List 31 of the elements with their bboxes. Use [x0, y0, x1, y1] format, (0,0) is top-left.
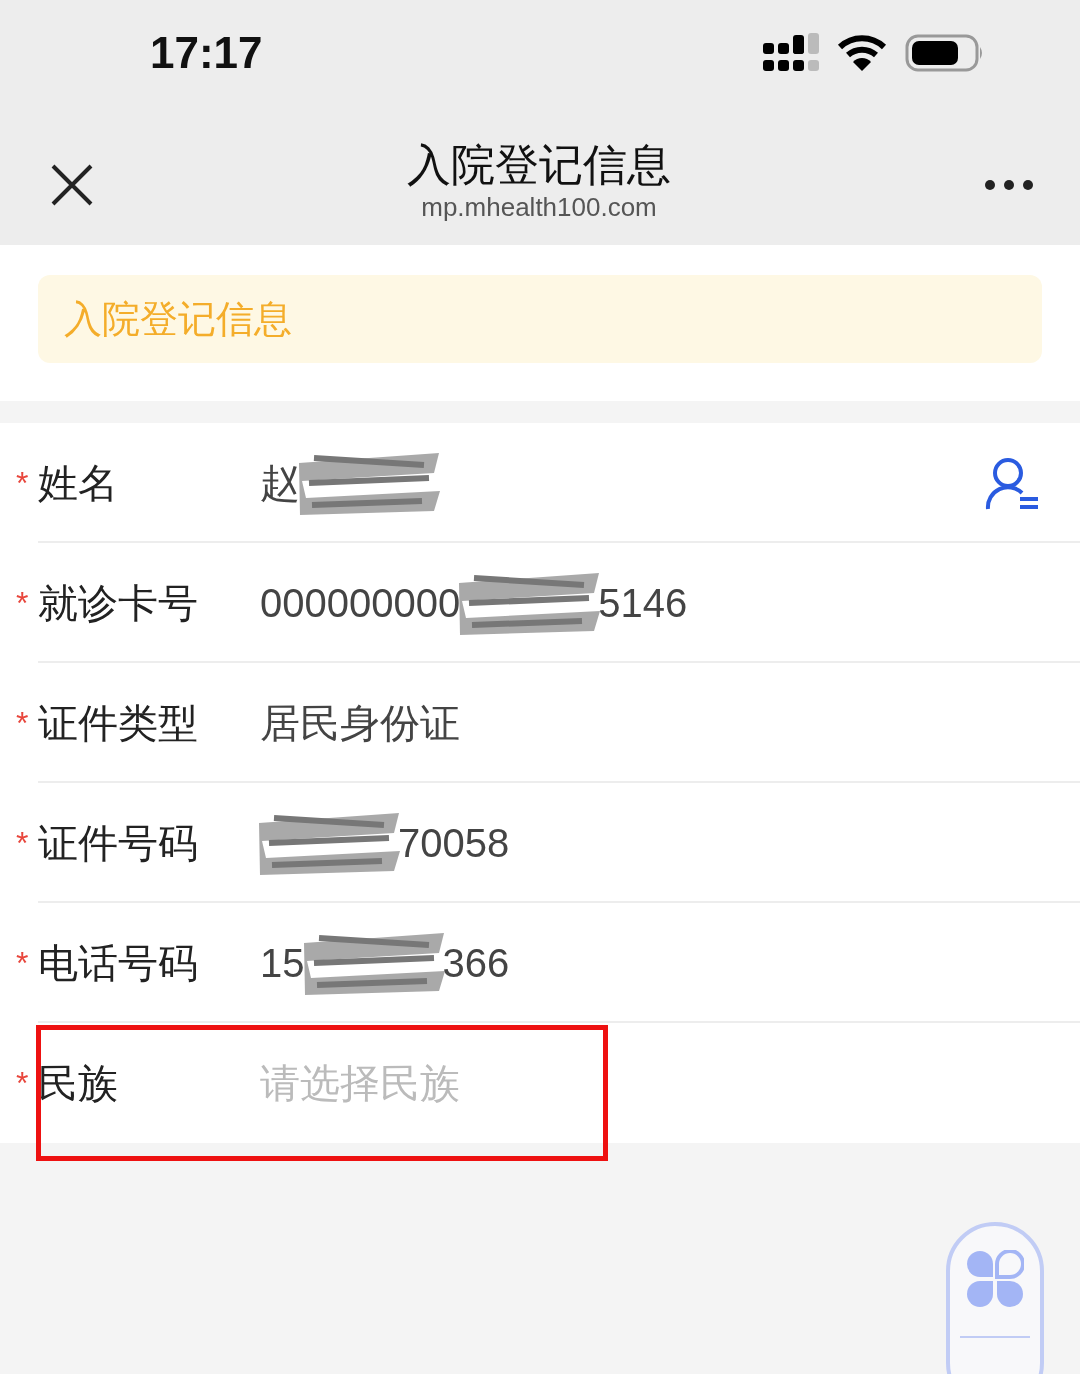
field-value: 366	[442, 940, 510, 986]
required-asterisk: *	[16, 824, 30, 862]
required-asterisk: *	[16, 584, 30, 622]
more-icon[interactable]	[984, 179, 1034, 191]
field-label: 电话号码	[38, 939, 199, 987]
status-time: 17:17	[150, 27, 263, 78]
page-title: 入院登记信息	[407, 138, 671, 191]
wifi-icon	[837, 33, 887, 72]
field-value: 5146	[598, 580, 688, 626]
field-label: 民族	[38, 1059, 119, 1107]
field-value: 赵	[260, 459, 300, 507]
field-value: 000000000	[260, 580, 461, 626]
field-label: 证件类型	[38, 699, 199, 747]
required-asterisk: *	[16, 464, 30, 502]
field-label: 证件号码	[38, 819, 199, 867]
required-asterisk: *	[16, 704, 30, 742]
select-field[interactable]: 请选择民族	[260, 1055, 460, 1111]
page-url: mp.mhealth100.com	[421, 191, 657, 223]
field-label: 姓名	[38, 459, 119, 507]
required-asterisk: *	[16, 1064, 30, 1102]
battery-icon	[905, 33, 985, 72]
field-value: 居民身份证	[260, 699, 460, 747]
person-icon[interactable]	[984, 455, 1040, 511]
required-asterisk: *	[16, 944, 30, 982]
field-label: 就诊卡号	[38, 579, 199, 627]
clover-icon	[966, 1250, 1024, 1308]
notice-banner: 入院登记信息	[38, 275, 1042, 363]
close-icon[interactable]	[50, 163, 94, 207]
signal-icon	[763, 32, 819, 73]
field-value: 70058	[398, 820, 510, 866]
field-value: 15	[260, 940, 305, 986]
